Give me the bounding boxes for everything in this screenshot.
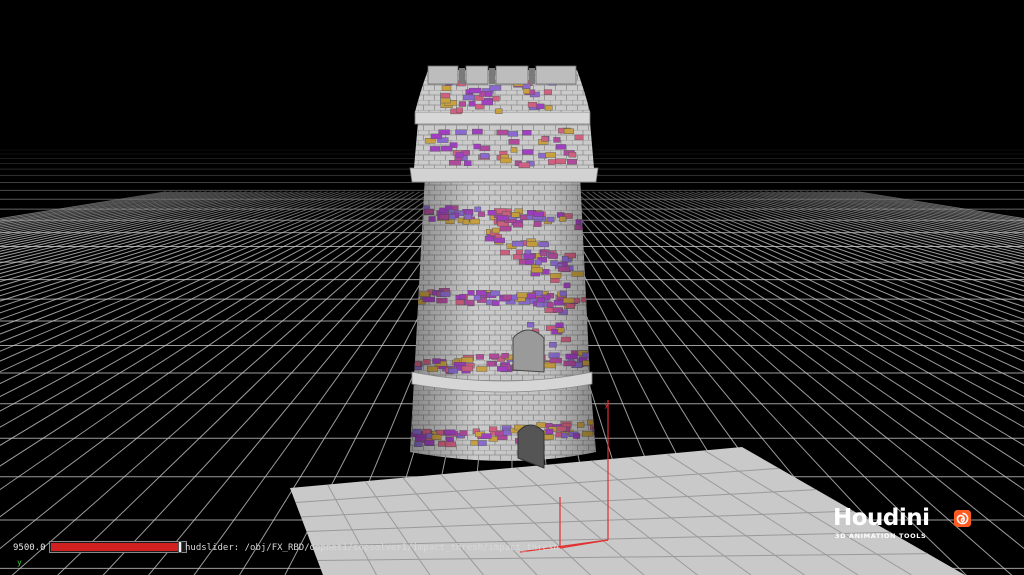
fracture-piece: [536, 103, 545, 110]
houdini-swirl-icon: [954, 510, 971, 527]
fracture-piece: [473, 143, 481, 150]
fracture-piece: [545, 105, 553, 111]
fracture-piece: [522, 83, 531, 90]
fracture-piece: [508, 139, 520, 145]
fracture-piece: [480, 153, 490, 159]
fracture-piece: [449, 160, 462, 166]
fracture-piece: [543, 89, 552, 95]
fracture-piece: [484, 91, 493, 97]
fracture-piece: [479, 145, 491, 152]
slider-handle[interactable]: [177, 541, 182, 553]
fracture-piece: [548, 159, 556, 165]
fractured-tower[interactable]: [409, 65, 610, 469]
fracture-piece: [441, 85, 452, 91]
fracture-piece: [553, 137, 561, 143]
viewport-scene[interactable]: y: [0, 0, 1024, 575]
fracture-piece: [541, 136, 549, 142]
fracture-piece: [455, 129, 467, 135]
houdini-watermark: Houdini 3D ANIMATION TOOLS: [833, 505, 983, 549]
fracture-piece: [472, 128, 483, 135]
impact-threshold-slider[interactable]: [49, 541, 187, 553]
fracture-piece: [469, 87, 482, 94]
fracture-piece: [481, 99, 493, 106]
3d-viewport[interactable]: y 9500.0 hudslider: /obj/FX_RBD/dopnet1/…: [0, 0, 1024, 575]
fracture-piece: [495, 108, 503, 114]
fracture-piece: [563, 128, 574, 135]
fracture-piece: [522, 129, 532, 136]
brand-title: Houdini: [833, 505, 930, 531]
fracture-piece: [429, 146, 441, 152]
fracture-piece: [522, 149, 534, 155]
fracture-piece: [523, 88, 530, 94]
fracture-piece: [462, 94, 475, 101]
fracture-piece: [556, 144, 566, 150]
fracture-piece: [545, 152, 556, 158]
slider-fill: [51, 543, 181, 551]
fracture-piece: [440, 92, 451, 99]
fracture-piece: [456, 107, 463, 113]
fracture-piece: [496, 129, 509, 136]
fracture-piece: [500, 157, 512, 164]
fracture-piece: [574, 134, 584, 141]
fracture-piece: [458, 101, 466, 107]
axis-indicator-y: y: [17, 558, 22, 567]
fracture-piece: [464, 160, 472, 167]
fracture-piece: [568, 151, 577, 158]
fracture-piece: [468, 101, 476, 107]
fracture-piece: [440, 97, 451, 104]
fracture-piece: [430, 133, 443, 140]
fracture-piece: [507, 131, 519, 137]
fracture-piece: [440, 145, 453, 152]
fracture-piece: [510, 147, 518, 153]
fracture-piece: [567, 158, 578, 165]
fracture-piece: [518, 162, 531, 168]
svg-text:y: y: [604, 400, 609, 409]
brand-subtitle: 3D ANIMATION TOOLS: [835, 532, 927, 540]
fracture-piece: [455, 152, 464, 158]
fracture-piece: [492, 95, 500, 102]
fracture-piece: [489, 85, 502, 91]
hud-slider-path: hudslider: /obj/FX_RBD/dopnet1/sopsolver…: [185, 543, 559, 553]
hud-slider-value: 9500.0: [13, 543, 46, 553]
fracture-piece: [555, 158, 566, 165]
fracture-piece: [527, 101, 538, 108]
